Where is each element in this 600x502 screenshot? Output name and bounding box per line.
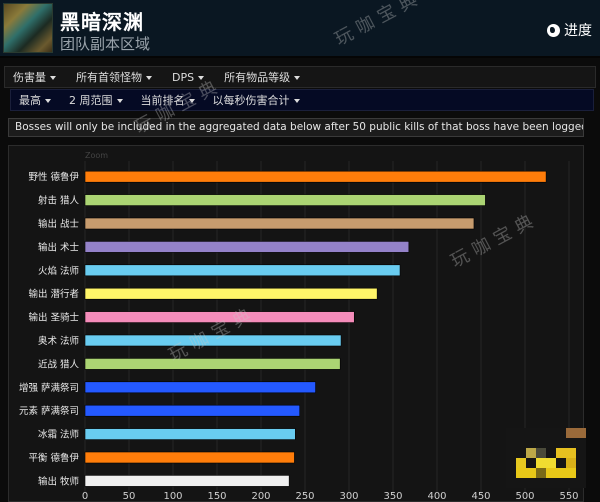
filter-boss-label: 所有首领怪物 (76, 71, 142, 84)
dps-bar-chart: Zoom 0 50 100 150 200 250 300 350 400 450 500 550 野性 … (19, 151, 579, 502)
category-label: 输出 圣骑士 (28, 312, 79, 324)
category-label: 射击 猎人 (38, 195, 80, 207)
bar (84, 311, 355, 323)
filter-ranking-label: 当前排名 (140, 94, 185, 107)
x-tick-label: 550 (559, 491, 578, 502)
filter-highest-label: 最高 (19, 94, 41, 107)
caret-down-icon (198, 75, 205, 80)
bar (84, 241, 410, 253)
x-tick-label: 150 (207, 491, 226, 502)
filter-highest[interactable]: 最高 (19, 92, 51, 108)
zone-title: 黑暗深渊 (60, 10, 144, 34)
caret-down-icon (146, 76, 152, 80)
filter-timeframe-label: 2 周范围 (69, 94, 113, 107)
category-label: 输出 术士 (38, 241, 80, 253)
progress-label: 进度 (564, 23, 592, 39)
filter-dps[interactable]: DPS (172, 70, 205, 84)
filter-item-level-label: 所有物品等级 (224, 71, 291, 84)
category-label: 输出 战士 (38, 218, 80, 230)
category-label: 野性 德鲁伊 (28, 171, 79, 183)
x-tick-label: 500 (515, 491, 534, 502)
x-tick-label: 50 (123, 491, 136, 502)
filter-aggregate-label: 以每秒伤害合计 (212, 94, 290, 107)
bar (84, 287, 378, 300)
notice-banner: Bosses will only be included in the aggr… (8, 118, 584, 137)
x-tick-label: 400 (427, 491, 446, 502)
category-label: 火焰 法师 (38, 265, 79, 277)
x-tick-label: 350 (383, 491, 402, 502)
x-tick-label: 0 (82, 491, 88, 502)
bar (84, 358, 341, 370)
filter-aggregate[interactable]: 以每秒伤害合计 (213, 92, 300, 108)
filter-ranking[interactable]: 当前排名 (141, 92, 195, 108)
zone-icon (3, 3, 53, 53)
filter-metric[interactable]: 伤害量 (13, 69, 56, 85)
filter-timeframe[interactable]: 2 周范围 (69, 92, 123, 108)
category-label: 元素 萨满祭司 (19, 405, 79, 417)
category-label: 输出 潜行者 (28, 288, 79, 300)
chart-container: Zoom 0 50 100 150 200 250 300 350 400 450 500 550 野性 … (8, 145, 584, 502)
filter-dps-label: DPS (172, 70, 195, 84)
filter-metric-label: 伤害量 (13, 71, 46, 84)
x-tick-label: 100 (163, 491, 182, 502)
category-label: 输出 牧师 (38, 475, 79, 487)
bar (84, 404, 301, 417)
x-tick-label: 450 (471, 491, 490, 502)
zone-header: 黑暗深渊 团队副本区域 进度 (0, 0, 600, 58)
caret-down-icon (50, 76, 56, 80)
caret-down-icon (116, 99, 123, 103)
x-tick-label: 200 (251, 491, 270, 502)
bar (84, 194, 486, 206)
bar (84, 170, 547, 183)
zone-subtitle: 团队副本区域 (60, 35, 151, 53)
category-label: 奥术 法师 (38, 335, 79, 347)
caret-down-icon (45, 99, 51, 103)
category-label: 平衡 德鲁伊 (28, 452, 79, 464)
bar (84, 428, 296, 440)
zoom-label: Zoom (85, 151, 108, 160)
category-label: 增强 萨满祭司 (19, 382, 79, 394)
category-label: 冰霜 法师 (38, 429, 79, 441)
caret-down-icon (188, 99, 195, 103)
filter-item-level[interactable]: 所有物品等级 (224, 69, 301, 85)
progress-link[interactable]: 进度 (547, 20, 592, 40)
primary-filter-bar: 伤害量 所有首领怪物 DPS 所有物品等级 (4, 66, 596, 88)
bar (84, 264, 401, 277)
category-label: 近战 猎人 (38, 358, 80, 370)
bar (84, 475, 290, 487)
globe-icon (547, 23, 560, 37)
bar (84, 451, 295, 464)
caret-down-icon (294, 76, 301, 80)
bar (84, 334, 342, 347)
bar (84, 217, 475, 230)
mosaic-logo (506, 428, 586, 488)
filter-boss[interactable]: 所有首领怪物 (76, 69, 152, 85)
bar (84, 381, 316, 394)
secondary-filter-bar: 最高 2 周范围 当前排名 以每秒伤害合计 (10, 89, 594, 111)
x-tick-label: 250 (295, 491, 314, 502)
x-tick-label: 300 (339, 491, 358, 502)
caret-down-icon (293, 99, 300, 103)
